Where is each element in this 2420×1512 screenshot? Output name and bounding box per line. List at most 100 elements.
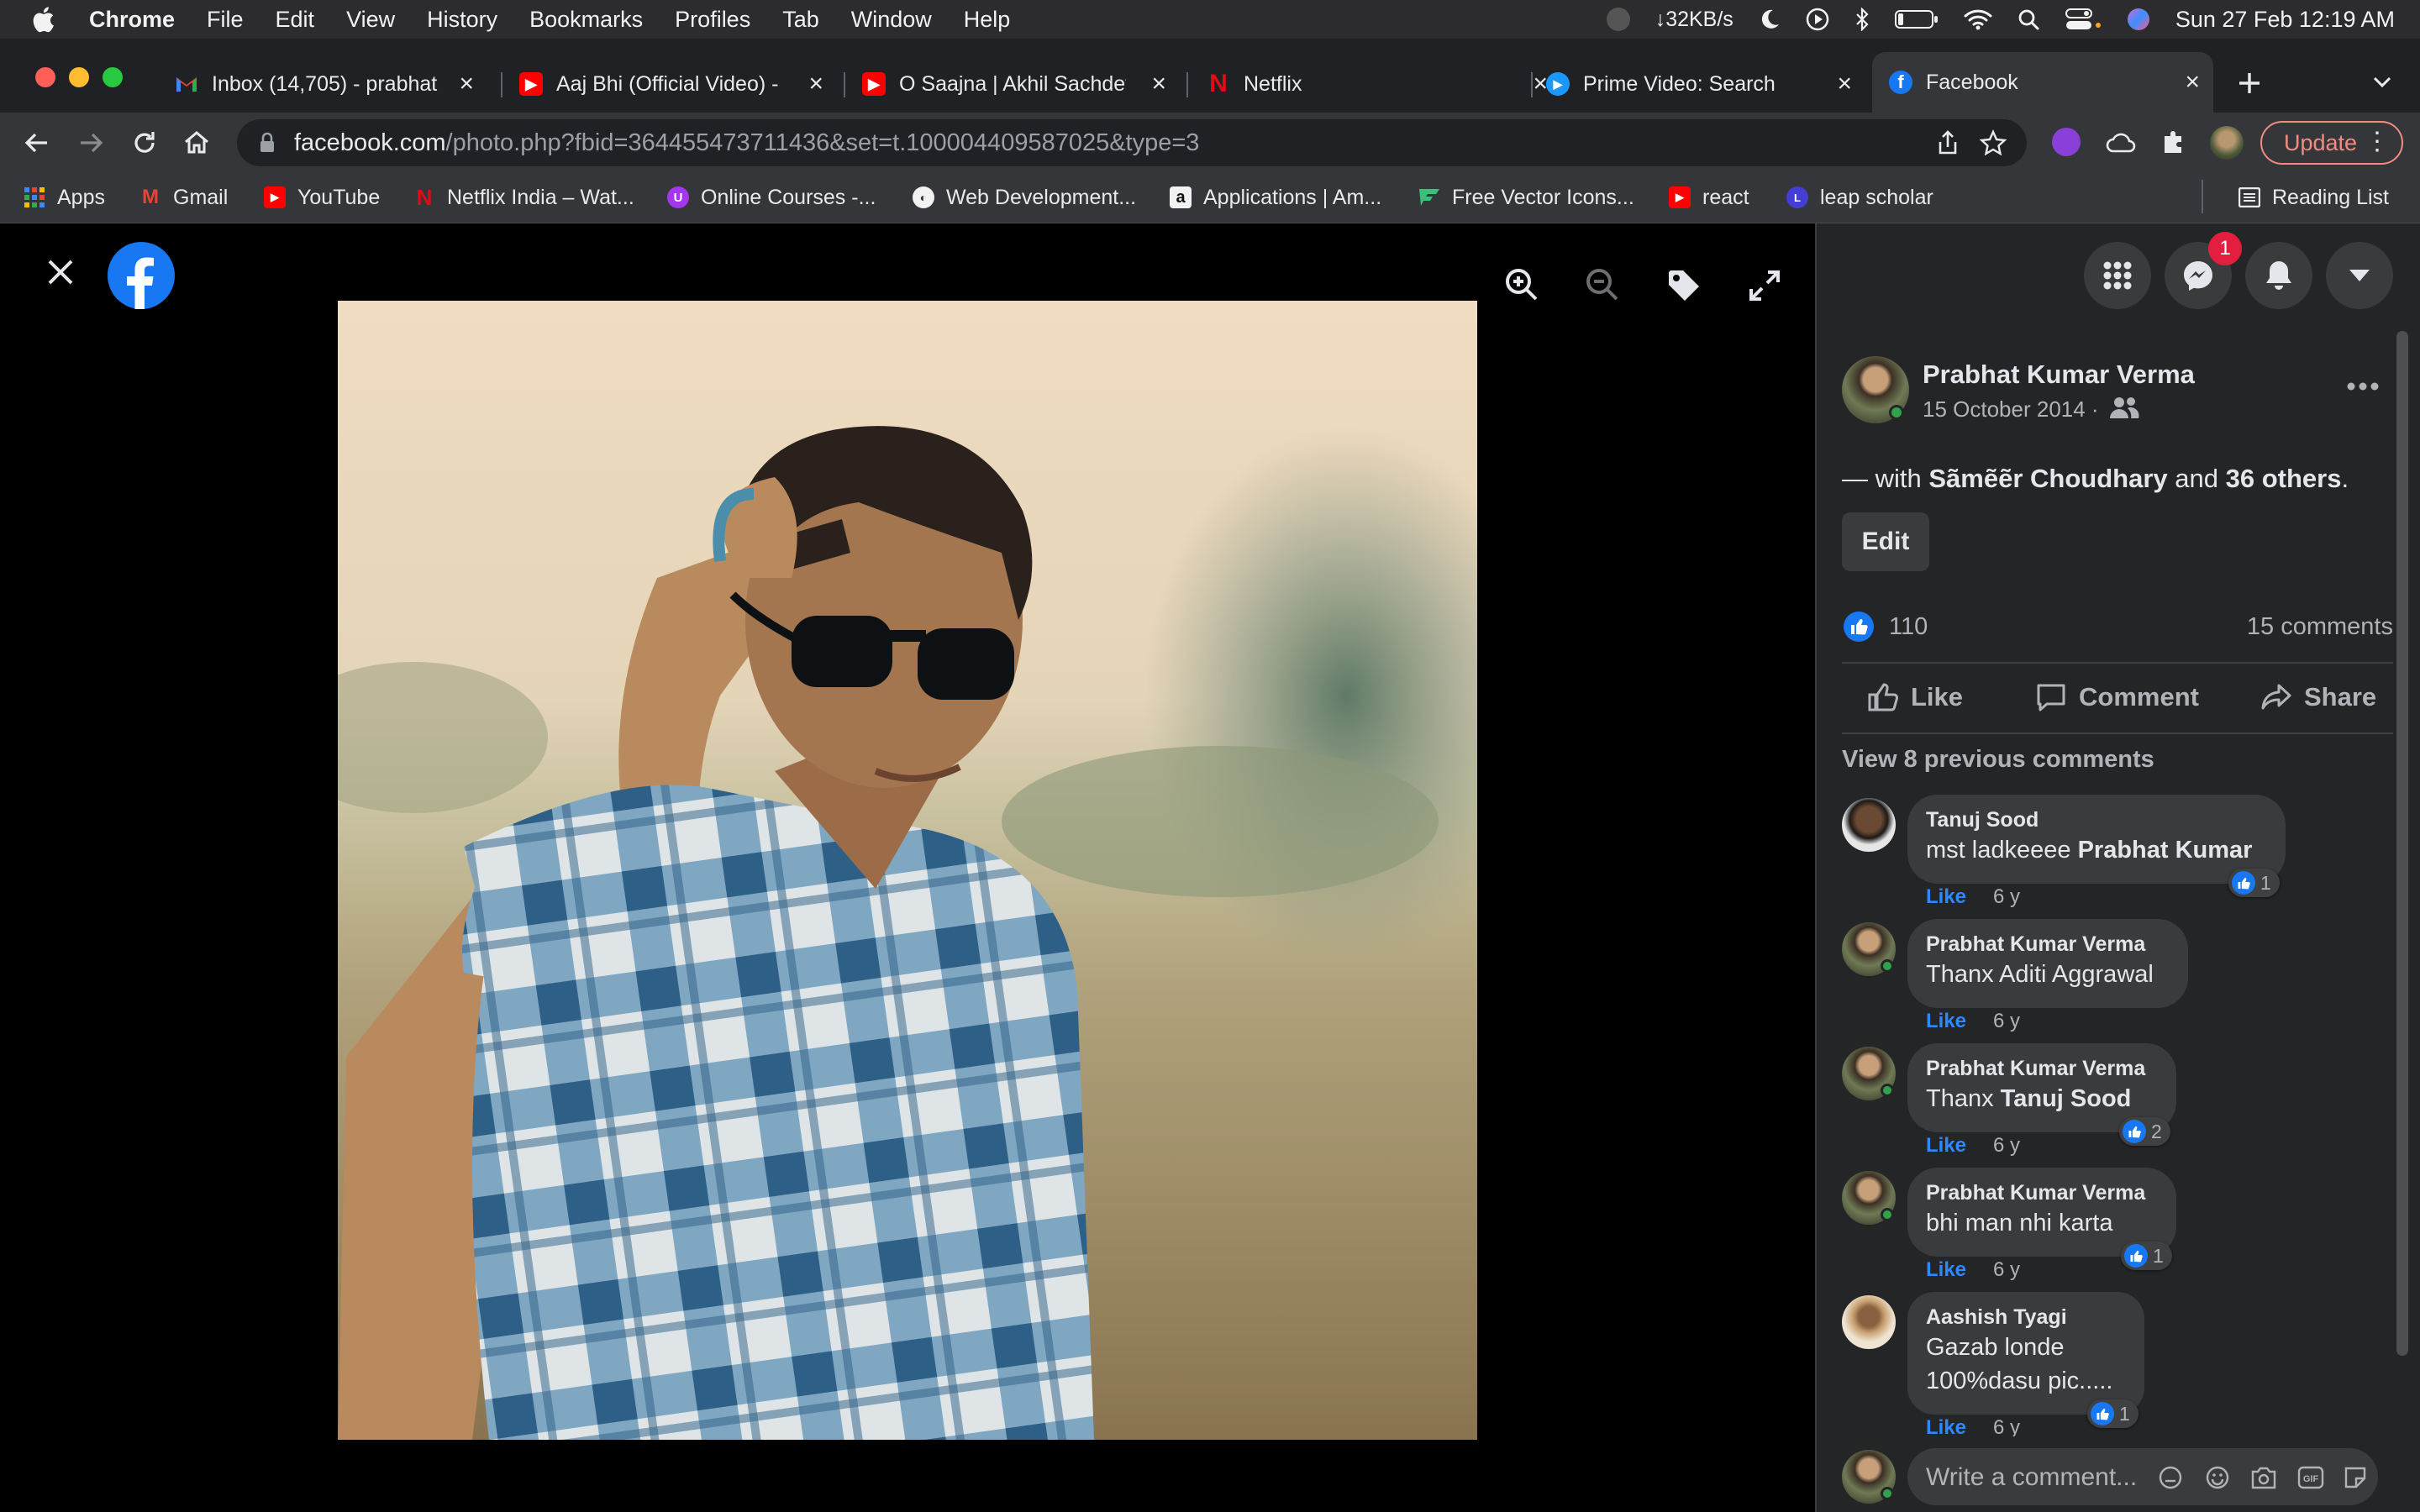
tab-close-icon[interactable]: × <box>2185 68 2200 97</box>
audience-friends-icon[interactable] <box>2109 395 2139 420</box>
home-icon[interactable] <box>182 128 212 158</box>
apple-icon[interactable] <box>30 5 55 34</box>
tab-aaj-bhi[interactable]: ▶ Aaj Bhi (Official Video) - × <box>519 62 837 106</box>
bookmark-applications-amazon[interactable]: a Applications | Am... <box>1170 183 1381 212</box>
commenter-name[interactable]: Prabhat Kumar Verma <box>1926 932 2145 957</box>
comment-time[interactable]: 6 y <box>1993 1134 2020 1158</box>
commenter-name[interactable]: Prabhat Kumar Verma <box>1926 1057 2145 1081</box>
view-previous-comments-link[interactable]: View 8 previous comments <box>1842 746 2154 774</box>
notifications-button[interactable] <box>2245 242 2312 309</box>
menu-profiles[interactable]: Profiles <box>675 7 750 33</box>
post-date[interactable]: 15 October 2014 · <box>1923 396 2099 423</box>
zoom-in-icon[interactable] <box>1504 267 1539 302</box>
comment-like-link[interactable]: Like <box>1926 885 1966 909</box>
author-name[interactable]: Prabhat Kumar Verma <box>1923 360 2195 390</box>
share-button[interactable]: Share <box>2260 664 2376 731</box>
commenter-avatar[interactable] <box>1842 798 1896 852</box>
tab-close-icon[interactable]: × <box>459 70 474 98</box>
commenter-name[interactable]: Prabhat Kumar Verma <box>1926 1181 2145 1205</box>
comment-button[interactable]: Comment <box>2035 664 2199 731</box>
commenter-name[interactable]: Aashish Tyagi <box>1926 1305 2067 1330</box>
comment-reaction-count[interactable]: 2 <box>2119 1117 2170 1146</box>
sticker-icon[interactable] <box>2343 1465 2368 1490</box>
bookmark-web-development[interactable]: ◐ Web Development... <box>913 183 1136 212</box>
moon-icon[interactable] <box>1759 8 1781 30</box>
mentioned-user[interactable]: Prabhat Kumar <box>2078 837 2253 864</box>
comment-time[interactable]: 6 y <box>1993 1010 2020 1033</box>
tab-facebook[interactable]: f Facebook × <box>1872 52 2213 113</box>
update-button[interactable]: Update ⋮ <box>2260 121 2403 165</box>
new-tab-icon[interactable] <box>2237 71 2262 96</box>
spotlight-search-icon[interactable] <box>2018 8 2039 30</box>
bookmark-star-icon[interactable] <box>1980 129 2007 156</box>
bookmark-online-courses[interactable]: U Online Courses -... <box>667 183 876 212</box>
bookmark-apps[interactable]: Apps <box>24 183 105 212</box>
tab-close-icon[interactable]: × <box>1151 70 1166 98</box>
like-button[interactable]: Like <box>1867 664 1963 731</box>
reload-icon[interactable] <box>129 128 160 158</box>
window-zoom-button[interactable] <box>103 67 123 87</box>
extensions-puzzle-icon[interactable] <box>2160 128 2188 156</box>
comment-like-link[interactable]: Like <box>1926 1258 1966 1282</box>
gif-icon[interactable]: GIF <box>2297 1465 2324 1490</box>
menu-help[interactable]: Help <box>964 7 1011 33</box>
bookmark-gmail[interactable]: M Gmail <box>139 183 228 212</box>
edit-button[interactable]: Edit <box>1842 512 1929 571</box>
clock[interactable]: Sun 27 Feb 12:19 AM <box>2175 7 2395 33</box>
bookmark-free-vector-icons[interactable]: Free Vector Icons... <box>1418 183 1634 212</box>
comment-reaction-count[interactable]: 1 <box>2121 1242 2172 1270</box>
tab-netflix[interactable]: N Netflix × <box>1207 62 1561 106</box>
commenter-avatar[interactable] <box>1842 1295 1896 1349</box>
mentioned-user[interactable]: Tanuj Sood <box>2001 1085 2132 1112</box>
tag-icon[interactable] <box>1665 267 1702 304</box>
share-page-icon[interactable] <box>1936 130 1960 155</box>
bookmark-reading-list[interactable]: Reading List <box>2238 183 2389 212</box>
zoom-out-icon[interactable] <box>1585 267 1620 302</box>
screen-record-icon[interactable] <box>1606 8 1630 31</box>
lock-icon[interactable] <box>259 132 276 154</box>
comment-like-link[interactable]: Like <box>1926 1134 1966 1158</box>
menu-edit[interactable]: Edit <box>276 7 315 33</box>
battery-icon[interactable] <box>1894 8 1939 30</box>
comment-count[interactable]: 15 comments <box>2247 613 2393 641</box>
comment-time[interactable]: 6 y <box>1993 1258 2020 1282</box>
tagged-person[interactable]: Sãmẽẽr Choudhary <box>1928 464 2167 493</box>
tab-close-icon[interactable]: × <box>1837 70 1852 98</box>
close-viewer-icon[interactable] <box>45 257 76 287</box>
bookmark-netflix[interactable]: N Netflix India – Wat... <box>413 183 634 212</box>
panel-scrollbar[interactable] <box>2396 331 2408 1356</box>
tagged-others[interactable]: 36 others <box>2226 464 2342 493</box>
comment-reaction-count[interactable]: 1 <box>2228 869 2280 897</box>
tab-search-chevron-icon[interactable] <box>2371 74 2393 91</box>
back-icon[interactable] <box>22 128 52 158</box>
comment-like-link[interactable]: Like <box>1926 1010 1966 1033</box>
menu-bookmarks[interactable]: Bookmarks <box>529 7 643 33</box>
bookmark-leap-scholar[interactable]: L leap scholar <box>1786 183 1933 212</box>
avatar-sticker-icon[interactable] <box>2158 1465 2183 1490</box>
window-close-button[interactable] <box>35 67 55 87</box>
like-reaction-icon[interactable] <box>1844 612 1874 642</box>
menu-app-name[interactable]: Chrome <box>89 7 175 33</box>
menu-file[interactable]: File <box>207 7 244 33</box>
menu-view[interactable]: View <box>346 7 395 33</box>
tab-o-saajna[interactable]: ▶ O Saajna | Akhil Sachdev × <box>862 62 1180 106</box>
menu-history[interactable]: History <box>427 7 497 33</box>
post-photo[interactable] <box>338 301 1477 1440</box>
menu-tab[interactable]: Tab <box>782 7 819 33</box>
forward-icon[interactable] <box>76 128 106 158</box>
wifi-icon[interactable] <box>1964 8 1992 30</box>
fullscreen-icon[interactable] <box>1748 269 1781 302</box>
profile-avatar[interactable] <box>2210 126 2244 160</box>
bluetooth-icon[interactable] <box>1854 8 1870 31</box>
bookmark-react[interactable]: ▶ react <box>1669 183 1749 212</box>
siri-icon[interactable] <box>2127 8 2150 31</box>
account-button[interactable] <box>2326 242 2393 309</box>
comment-time[interactable]: 6 y <box>1993 885 2020 909</box>
bookmark-youtube[interactable]: ▶ YouTube <box>264 183 380 212</box>
comment-like-link[interactable]: Like <box>1926 1416 1966 1436</box>
tab-prime-video[interactable]: ▶ Prime Video: Search × <box>1546 62 1865 106</box>
comment-input[interactable]: Write a comment... GIF <box>1907 1448 2378 1505</box>
tab-close-icon[interactable]: × <box>808 70 823 98</box>
menu-button[interactable] <box>2084 242 2151 309</box>
comment-time[interactable]: 6 y <box>1993 1416 2020 1436</box>
